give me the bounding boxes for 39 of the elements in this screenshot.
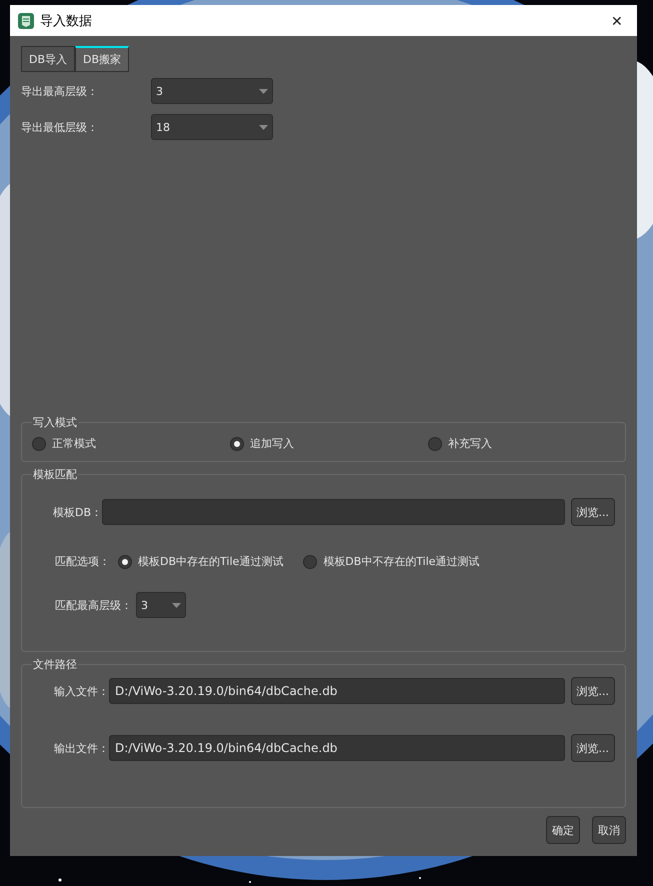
tab[interactable]: DB搬家 — [75, 46, 130, 72]
field-label: 模板DB： — [52, 504, 102, 520]
level-dropdown[interactable]: 18 — [151, 114, 273, 140]
level-dropdown[interactable]: 3 — [151, 78, 273, 104]
group-title: 模板匹配 — [32, 467, 78, 482]
browse-button[interactable]: 浏览... — [570, 677, 615, 705]
path-field[interactable]: D:/ViWo-3.20.19.0/bin64/dbCache.db — [109, 678, 564, 704]
radio-label: 正常模式 — [52, 436, 96, 451]
dialog-button[interactable]: 确定 — [546, 816, 580, 844]
app-icon — [18, 12, 34, 28]
field-label: 输出文件： — [53, 740, 109, 756]
field-label: 导出最高层级： — [21, 84, 99, 98]
radio-label: 补充写入 — [448, 436, 492, 451]
caret-icon — [172, 602, 181, 608]
browse-button[interactable]: 浏览... — [570, 734, 615, 762]
caret-icon — [259, 88, 268, 94]
field-label: 匹配选项： — [54, 554, 110, 569]
group-title: 文件路径 — [32, 657, 78, 672]
radio-label: 追加写入 — [250, 436, 294, 451]
group-title: 写入模式 — [32, 415, 78, 430]
path-field[interactable]: D:/ViWo-3.20.19.0/bin64/dbCache.db — [109, 735, 564, 761]
radio-button[interactable] — [230, 436, 244, 450]
window-title: 导入数据 — [40, 12, 92, 30]
caret-icon — [259, 124, 268, 130]
template-db-field[interactable] — [102, 499, 564, 525]
dialog-button[interactable]: 取消 — [592, 816, 626, 844]
field-label: 匹配最高层级： — [54, 598, 132, 612]
radio-label: 模板DB中存在的Tile通过测试 — [138, 554, 284, 569]
radio-button[interactable] — [428, 436, 442, 450]
radio-button[interactable] — [303, 554, 318, 568]
field-label: 输入文件： — [53, 684, 109, 698]
field-label: 导出最低层级： — [21, 120, 99, 134]
radio-button[interactable] — [118, 554, 132, 568]
radio-button[interactable] — [32, 436, 46, 450]
level-dropdown[interactable]: 3 — [136, 592, 186, 618]
browse-button[interactable]: 浏览... — [570, 498, 615, 526]
close-button[interactable]: ✕ — [597, 5, 637, 36]
radio-label: 模板DB中不存在的Tile通过测试 — [323, 554, 480, 569]
tab[interactable]: DB导入 — [21, 46, 76, 72]
